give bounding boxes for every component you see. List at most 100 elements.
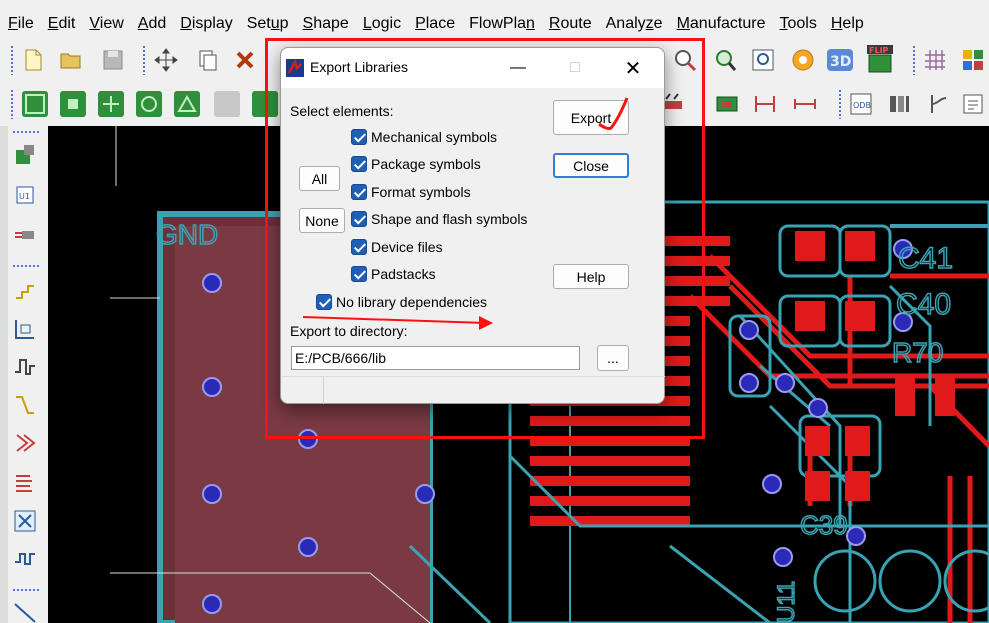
palette-separator — [12, 588, 40, 592]
menu-view[interactable]: View — [89, 15, 123, 33]
menu-route[interactable]: Route — [549, 15, 592, 33]
save-icon[interactable] — [100, 47, 126, 73]
menu-help-mnemonic: H — [830, 15, 843, 32]
menu-manufacture[interactable]: Manufacture — [677, 15, 766, 33]
delete-icon[interactable] — [232, 47, 258, 73]
copy-icon[interactable] — [194, 47, 220, 73]
menu-bar: File Edit View Add Display Setup Shape L… — [0, 0, 989, 38]
menu-place-label: lace — [425, 15, 456, 32]
delay-tune-icon[interactable] — [12, 354, 38, 380]
menu-display-label: isplay — [191, 15, 233, 32]
redraw-icon[interactable] — [790, 47, 816, 73]
menu-display[interactable]: Display — [180, 15, 232, 33]
export-libraries-dialog: Export Libraries — □ ✕ Select elements: … — [280, 47, 665, 404]
menu-flowplan[interactable]: FlowPlan — [469, 15, 535, 33]
menu-manufacture-mnemonic: M — [676, 15, 690, 32]
title-bar-strip — [0, 0, 989, 10]
toolbar-separator — [838, 89, 842, 119]
svg-text:ODB: ODB — [853, 101, 871, 110]
line-draw-icon[interactable] — [12, 598, 38, 623]
menu-setup-label-a: Set — [246, 15, 271, 32]
place-connector-icon[interactable] — [12, 222, 38, 248]
bus-route-icon[interactable] — [12, 470, 38, 496]
add-fanout-icon[interactable] — [12, 430, 38, 456]
menu-place[interactable]: Place — [415, 15, 455, 33]
menu-tools-mnemonic: T — [779, 15, 788, 32]
custom-smooth-icon[interactable] — [12, 392, 38, 418]
menu-edit[interactable]: Edit — [48, 15, 76, 33]
menu-help[interactable]: Help — [831, 15, 864, 33]
place-part-icon[interactable]: U1 — [12, 182, 38, 208]
menu-tools[interactable]: Tools — [780, 15, 817, 33]
handwritten-annotations — [302, 97, 629, 330]
c39-label: C39 — [800, 510, 848, 540]
palette-edge — [0, 126, 8, 623]
menu-file-mnemonic: F — [8, 15, 18, 32]
menu-add[interactable]: Add — [138, 15, 166, 33]
menu-setup[interactable]: Setup — [247, 15, 289, 33]
menu-analyze[interactable]: Analyze — [606, 15, 663, 33]
menu-analyze-mnemonic: z — [645, 15, 654, 32]
disabled-tool-icon — [214, 91, 240, 117]
svg-text:FLIP: FLIP — [869, 46, 889, 55]
c41-label: C41 — [898, 242, 953, 275]
palette-separator — [12, 264, 40, 268]
toolbar-separator — [912, 45, 916, 75]
svg-text:3D: 3D — [830, 54, 851, 70]
flip-board-icon[interactable]: FLIP — [866, 44, 893, 73]
properties-icon[interactable] — [960, 91, 986, 117]
menu-setup-mnemonic: u — [270, 15, 280, 32]
phase-tune-icon[interactable] — [12, 546, 38, 572]
menu-file[interactable]: File — [8, 15, 34, 33]
place-component-icon[interactable] — [12, 142, 38, 168]
menu-view-mnemonic: V — [89, 15, 100, 32]
menu-analyze-label-a: Analy — [605, 15, 646, 32]
auto-route-icon[interactable] — [12, 508, 38, 534]
checkmark-annotation — [598, 97, 629, 130]
palette-grip — [12, 130, 40, 134]
pin-select-icon[interactable] — [60, 91, 86, 117]
zoom-fit-icon[interactable] — [750, 47, 776, 73]
board-stackup-icon[interactable] — [886, 91, 912, 117]
move-icon[interactable] — [153, 47, 179, 73]
odb-export-icon[interactable]: ODB — [848, 91, 874, 117]
menu-shape[interactable]: Shape — [303, 15, 349, 33]
new-file-icon[interactable] — [20, 47, 46, 73]
arrow-annotation-line — [302, 316, 487, 324]
menu-logic[interactable]: Logic — [363, 15, 401, 33]
color-palette-icon[interactable] — [960, 47, 986, 73]
left-tool-palette: U1 — [0, 126, 48, 623]
c40-label: C40 — [896, 288, 951, 321]
symbol-select-icon[interactable] — [252, 91, 278, 117]
component-select-icon[interactable] — [22, 91, 48, 117]
menu-add-label: dd — [148, 15, 167, 32]
r70-label: R70 — [892, 337, 943, 368]
menu-manufacture-label: anufacture — [689, 15, 766, 32]
grid-icon[interactable] — [922, 47, 948, 73]
dimension-linear-icon[interactable] — [792, 91, 818, 117]
zoom-icon[interactable] — [672, 47, 698, 73]
cline-select-icon[interactable] — [136, 91, 162, 117]
menu-logic-label: ogic — [371, 15, 402, 32]
toolbar-separator — [702, 89, 706, 119]
menu-view-label: iew — [99, 15, 124, 32]
open-folder-icon[interactable] — [58, 47, 84, 73]
shape-select-icon[interactable] — [174, 91, 200, 117]
3d-view-icon[interactable]: 3D — [826, 47, 853, 73]
menu-edit-label: dit — [58, 15, 76, 32]
menu-help-label: elp — [842, 15, 864, 32]
zoom-prev-icon[interactable] — [712, 47, 738, 73]
measure-icon[interactable] — [714, 91, 740, 117]
arrow-annotation-head — [479, 316, 493, 330]
menu-display-mnemonic: D — [180, 15, 192, 32]
add-connect-icon[interactable] — [12, 276, 38, 302]
dimension-horizontal-icon[interactable] — [752, 91, 778, 117]
menu-tools-label: ools — [787, 15, 817, 32]
net-select-icon[interactable] — [98, 91, 124, 117]
menu-shape-mnemonic: S — [302, 15, 314, 32]
constraint-icon[interactable] — [924, 91, 950, 117]
toolbar-separator — [142, 45, 146, 75]
menu-setup-label-b: p — [279, 15, 289, 32]
menu-route-mnemonic: R — [548, 15, 561, 32]
slide-icon[interactable] — [12, 316, 38, 342]
